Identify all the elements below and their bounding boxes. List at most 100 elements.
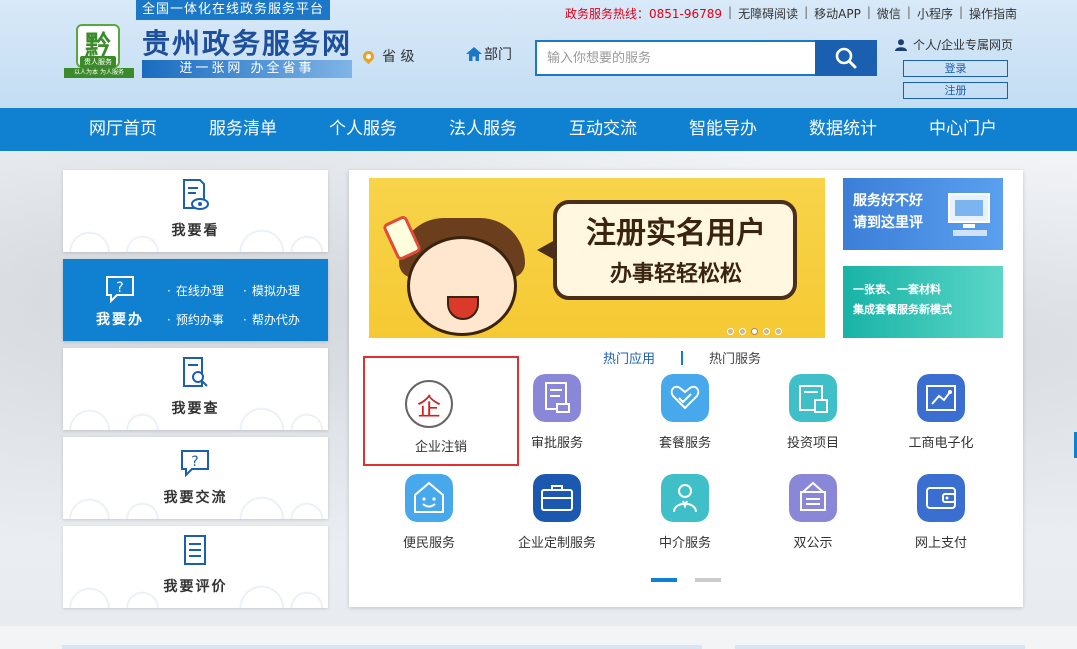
logo-subtext: 以人为本 为人服务 <box>64 68 134 78</box>
person-icon <box>661 474 709 522</box>
side-banner-two-line2: 集成套餐服务新模式 <box>853 303 952 316</box>
nav-item-interaction[interactable]: 互动交流 <box>569 108 637 151</box>
tab-hot-apps[interactable]: 热门应用 <box>603 348 655 367</box>
carousel-dot-active[interactable] <box>751 328 758 335</box>
chat-question-icon: ? <box>106 276 134 304</box>
logo-badge: 贵人服务 <box>80 56 116 68</box>
side-banner-package[interactable]: 一张表、一套材料 集成套餐服务新模式 <box>843 266 1003 338</box>
nav-item-center-portal[interactable]: 中心门户 <box>929 108 997 151</box>
login-button[interactable]: 登录 <box>903 60 1008 77</box>
site-header: 全国一体化在线政务服务平台 黔 贵人服务 以人为本 为人服务 贵州政务服务网 进… <box>0 0 1077 108</box>
department-link[interactable]: 部门 <box>466 44 512 64</box>
service-label: 网上支付 <box>914 536 967 551</box>
user-portal-link[interactable]: 个人/企业专属网页 <box>895 36 1075 53</box>
service-online-payment[interactable]: 网上支付 <box>881 466 1001 566</box>
promo-banner[interactable]: 注册实名用户 办事轻轻松松 <box>369 178 825 338</box>
site-slogan: 进一张网 办全省事 <box>142 60 352 78</box>
circuit-board-icon <box>917 374 965 422</box>
site-logo[interactable]: 黔 贵人服务 以人为本 为人服务 <box>64 22 134 80</box>
side-banner-one-line1: 服务好不好 <box>853 193 923 209</box>
toplink-guide[interactable]: 操作指南 <box>969 5 1017 22</box>
computer-illustration-icon <box>948 193 990 236</box>
service-label: 双公示 <box>793 536 833 551</box>
nav-item-personal[interactable]: 个人服务 <box>329 108 397 151</box>
link-simulate-handle[interactable]: 模拟办理 <box>243 282 300 299</box>
person-icon <box>895 38 907 51</box>
nav-item-statistics[interactable]: 数据统计 <box>809 108 877 151</box>
side-banner-two-line1: 一张表、一套材料 <box>853 283 941 296</box>
footer-divider <box>735 645 1025 649</box>
toplink-mini-program[interactable]: 小程序 <box>917 5 953 22</box>
wallet-icon <box>917 474 965 522</box>
location-label: 省 级 <box>382 49 415 65</box>
service-investment[interactable]: 投资项目 <box>753 366 873 466</box>
card-talk-label: 我要交流 <box>163 490 228 506</box>
carousel-dot[interactable] <box>775 328 782 335</box>
link-online-handle[interactable]: 在线办理 <box>167 282 224 299</box>
link-appointment[interactable]: 预约办事 <box>167 311 224 328</box>
service-label: 企业注销 <box>414 440 467 455</box>
toplink-accessibility[interactable]: 无障碍阅读 <box>738 5 798 22</box>
location-selector[interactable]: 省 级 <box>360 46 415 66</box>
banner-headline: 注册实名用户 <box>586 216 766 251</box>
document-eye-icon <box>183 179 209 210</box>
home-icon <box>466 47 482 61</box>
service-intermediary[interactable]: 中介服务 <box>625 466 745 566</box>
service-label: 中介服务 <box>658 536 711 551</box>
service-business-electronic[interactable]: 工商电子化 <box>881 366 1001 466</box>
card-talk[interactable]: ? 我要交流 <box>63 437 328 519</box>
side-banner-one-line2: 请到这里评 <box>853 215 923 231</box>
pager-dot[interactable] <box>695 578 721 582</box>
nav-item-service-list[interactable]: 服务清单 <box>209 108 277 151</box>
card-check-label: 我要查 <box>171 401 220 417</box>
service-convenience[interactable]: 便民服务 <box>369 466 489 566</box>
service-pager <box>651 578 721 582</box>
card-rate-label: 我要评价 <box>163 579 228 595</box>
banner-carousel-dots <box>727 328 782 335</box>
side-banner-evaluation[interactable]: 服务好不好 请到这里评 <box>843 178 1003 250</box>
service-label: 投资项目 <box>786 436 839 451</box>
card-see[interactable]: 我要看 <box>63 170 328 252</box>
pager-dot-active[interactable] <box>651 578 677 582</box>
card-do-label: 我要办 <box>96 312 144 328</box>
service-approval[interactable]: 审批服务 <box>497 366 617 466</box>
search-icon <box>835 47 857 69</box>
document-stamp-icon <box>533 374 581 422</box>
service-label: 便民服务 <box>402 536 455 551</box>
nav-item-legal-entity[interactable]: 法人服务 <box>449 108 517 151</box>
tab-divider <box>681 350 684 365</box>
svg-text:?: ? <box>116 280 123 296</box>
nav-item-home[interactable]: 网厅首页 <box>89 108 157 151</box>
service-double-publicity[interactable]: 双公示 <box>753 466 873 566</box>
link-assisted-handle[interactable]: 帮办代办 <box>243 311 300 328</box>
toplink-wechat[interactable]: 微信 <box>877 5 901 22</box>
enterprise-icon: 企 <box>405 380 453 428</box>
tab-hot-services[interactable]: 热门服务 <box>709 348 761 367</box>
service-enterprise-cancel[interactable]: 企 企业注销 <box>363 356 519 466</box>
site-title: 贵州政务服务网 <box>142 27 353 60</box>
hotline-text: 政务服务热线：0851-96789 <box>565 7 723 21</box>
card-rate[interactable]: 我要评价 <box>63 526 328 608</box>
notice-board-icon <box>789 474 837 522</box>
nav-item-smart-guide[interactable]: 智能导办 <box>689 108 757 151</box>
carousel-dot[interactable] <box>739 328 746 335</box>
service-custom-enterprise[interactable]: 企业定制服务 <box>497 466 617 566</box>
toplink-mobile-app[interactable]: 移动APP <box>814 5 861 22</box>
search-input[interactable] <box>535 40 815 76</box>
banner-subline: 办事轻轻松松 <box>609 261 742 287</box>
cartoon-face <box>407 236 517 336</box>
carousel-dot[interactable] <box>727 328 734 335</box>
search-button[interactable] <box>815 40 877 76</box>
card-check[interactable]: 我要查 <box>63 348 328 430</box>
platform-tagline: 全国一体化在线政务服务平台 <box>136 0 331 20</box>
card-do[interactable]: ? 我要办 在线办理 模拟办理 预约办事 帮办代办 <box>63 259 328 341</box>
service-package[interactable]: 套餐服务 <box>625 366 745 466</box>
register-button[interactable]: 注册 <box>903 82 1008 99</box>
briefcase-icon <box>533 474 581 522</box>
service-label: 审批服务 <box>530 436 583 451</box>
user-area: 个人/企业专属网页 登录 注册 <box>895 36 1075 99</box>
carousel-dot[interactable] <box>763 328 770 335</box>
footer-divider <box>62 645 702 649</box>
heart-hands-icon <box>661 374 709 422</box>
service-label: 套餐服务 <box>658 436 711 451</box>
